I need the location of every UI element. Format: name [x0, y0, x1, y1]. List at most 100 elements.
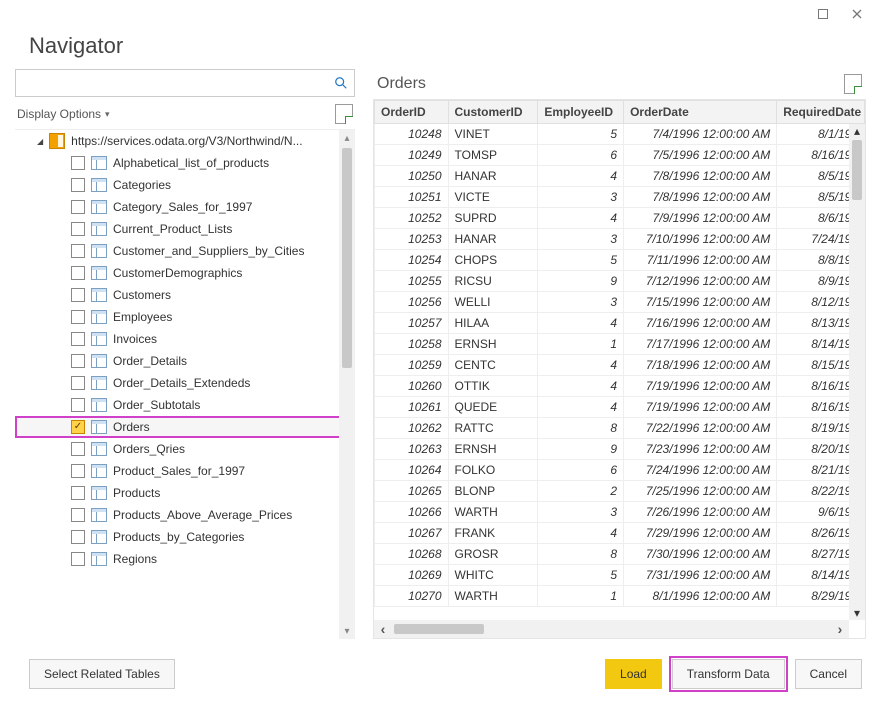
tree-item-product_sales_for_1997[interactable]: Product_Sales_for_1997: [15, 460, 355, 482]
checkbox[interactable]: [71, 178, 85, 192]
checkbox[interactable]: [71, 244, 85, 258]
table-row[interactable]: 10260OTTIK47/19/1996 12:00:00 AM8/16/199: [375, 376, 865, 397]
checkbox[interactable]: [71, 486, 85, 500]
cell: 7/18/1996 12:00:00 AM: [624, 355, 777, 376]
column-header-employeeid[interactable]: EmployeeID: [538, 101, 624, 124]
search-input[interactable]: [16, 71, 328, 95]
select-related-tables-button[interactable]: Select Related Tables: [29, 659, 175, 689]
tree-item-alphabetical_list_of_products[interactable]: Alphabetical_list_of_products: [15, 152, 355, 174]
checkbox[interactable]: [71, 508, 85, 522]
checkbox[interactable]: [71, 332, 85, 346]
table-row[interactable]: 10270WARTH18/1/1996 12:00:00 AM8/29/199: [375, 586, 865, 607]
column-header-orderid[interactable]: OrderID: [375, 101, 449, 124]
window-close-button[interactable]: [840, 3, 874, 25]
table-row[interactable]: 10253HANAR37/10/1996 12:00:00 AM7/24/199: [375, 229, 865, 250]
column-header-requireddate[interactable]: RequiredDate: [777, 101, 865, 124]
table-icon: [91, 486, 107, 500]
checkbox[interactable]: [71, 398, 85, 412]
scroll-right-icon[interactable]: ›: [831, 620, 849, 638]
cell: 3: [538, 292, 624, 313]
checkbox[interactable]: [71, 222, 85, 236]
tree-item-invoices[interactable]: Invoices: [15, 328, 355, 350]
cancel-button[interactable]: Cancel: [795, 659, 862, 689]
table-row[interactable]: 10255RICSU97/12/1996 12:00:00 AM8/9/199: [375, 271, 865, 292]
scroll-up-icon[interactable]: ▴: [854, 124, 860, 138]
table-row[interactable]: 10252SUPRD47/9/1996 12:00:00 AM8/6/199: [375, 208, 865, 229]
table-row[interactable]: 10265BLONP27/25/1996 12:00:00 AM8/22/199: [375, 481, 865, 502]
table-row[interactable]: 10250HANAR47/8/1996 12:00:00 AM8/5/199: [375, 166, 865, 187]
checkbox[interactable]: [71, 266, 85, 280]
table-row[interactable]: 10258ERNSH17/17/1996 12:00:00 AM8/14/199: [375, 334, 865, 355]
transform-data-button[interactable]: Transform Data: [672, 659, 785, 689]
table-row[interactable]: 10251VICTE37/8/1996 12:00:00 AM8/5/199: [375, 187, 865, 208]
scrollbar-thumb[interactable]: [394, 624, 484, 634]
checkbox[interactable]: [71, 310, 85, 324]
tree-item-order_details[interactable]: Order_Details: [15, 350, 355, 372]
table-row[interactable]: 10264FOLKO67/24/1996 12:00:00 AM8/21/199: [375, 460, 865, 481]
refresh-icon[interactable]: [335, 104, 353, 124]
cell: 4: [538, 313, 624, 334]
tree-item-category_sales_for_1997[interactable]: Category_Sales_for_1997: [15, 196, 355, 218]
scroll-up-icon[interactable]: ▴: [339, 130, 355, 146]
scrollbar-thumb[interactable]: [342, 148, 352, 368]
table-row[interactable]: 10266WARTH37/26/1996 12:00:00 AM9/6/199: [375, 502, 865, 523]
preview-panel: Orders OrderIDCustomerIDEmployeeIDOrderD…: [373, 69, 866, 639]
load-button[interactable]: Load: [605, 659, 662, 689]
table-row[interactable]: 10259CENTC47/18/1996 12:00:00 AM8/15/199: [375, 355, 865, 376]
grid-horizontal-scrollbar[interactable]: ‹ ›: [374, 620, 849, 638]
tree-item-order_subtotals[interactable]: Order_Subtotals: [15, 394, 355, 416]
checkbox[interactable]: [71, 442, 85, 456]
table-row[interactable]: 10268GROSR87/30/1996 12:00:00 AM8/27/199: [375, 544, 865, 565]
search-box[interactable]: [15, 69, 355, 97]
tree-root[interactable]: ◢https://services.odata.org/V3/Northwind…: [15, 130, 355, 152]
checkbox[interactable]: [71, 288, 85, 302]
checkbox[interactable]: [71, 354, 85, 368]
cell: FRANK: [448, 523, 538, 544]
column-header-orderdate[interactable]: OrderDate: [624, 101, 777, 124]
checkbox[interactable]: [71, 200, 85, 214]
tree-item-orders[interactable]: ✓Orders: [15, 416, 355, 438]
tree-item-current_product_lists[interactable]: Current_Product_Lists: [15, 218, 355, 240]
cell: 10262: [375, 418, 449, 439]
table-row[interactable]: 10256WELLI37/15/1996 12:00:00 AM8/12/199: [375, 292, 865, 313]
display-options-dropdown[interactable]: Display Options ▾: [17, 107, 110, 121]
tree-scrollbar[interactable]: ▴ ▾: [339, 130, 355, 639]
table-row[interactable]: 10267FRANK47/29/1996 12:00:00 AM8/26/199: [375, 523, 865, 544]
table-row[interactable]: 10269WHITC57/31/1996 12:00:00 AM8/14/199: [375, 565, 865, 586]
tree-item-customer_and_suppliers_by_cities[interactable]: Customer_and_Suppliers_by_Cities: [15, 240, 355, 262]
checkbox[interactable]: ✓: [71, 420, 85, 434]
tree-item-employees[interactable]: Employees: [15, 306, 355, 328]
cell: VICTE: [448, 187, 538, 208]
table-row[interactable]: 10249TOMSP67/5/1996 12:00:00 AM8/16/199: [375, 145, 865, 166]
table-row[interactable]: 10262RATTC87/22/1996 12:00:00 AM8/19/199: [375, 418, 865, 439]
scroll-down-icon[interactable]: ▾: [339, 623, 355, 639]
close-icon: [851, 8, 863, 20]
table-row[interactable]: 10248VINET57/4/1996 12:00:00 AM8/1/199: [375, 124, 865, 145]
scroll-down-icon[interactable]: ▾: [854, 606, 860, 620]
table-row[interactable]: 10263ERNSH97/23/1996 12:00:00 AM8/20/199: [375, 439, 865, 460]
checkbox[interactable]: [71, 530, 85, 544]
scrollbar-thumb[interactable]: [852, 140, 862, 200]
tree-item-products[interactable]: Products: [15, 482, 355, 504]
scroll-left-icon[interactable]: ‹: [374, 620, 392, 638]
column-header-customerid[interactable]: CustomerID: [448, 101, 538, 124]
tree-item-products_by_categories[interactable]: Products_by_Categories: [15, 526, 355, 548]
table-row[interactable]: 10261QUEDE47/19/1996 12:00:00 AM8/16/199: [375, 397, 865, 418]
tree-item-orders_qries[interactable]: Orders_Qries: [15, 438, 355, 460]
preview-options-icon[interactable]: [844, 74, 862, 94]
checkbox[interactable]: [71, 552, 85, 566]
checkbox[interactable]: [71, 156, 85, 170]
table-row[interactable]: 10254CHOPS57/11/1996 12:00:00 AM8/8/199: [375, 250, 865, 271]
tree-item-order_details_extendeds[interactable]: Order_Details_Extendeds: [15, 372, 355, 394]
checkbox[interactable]: [71, 464, 85, 478]
window-restore-button[interactable]: [806, 3, 840, 25]
tree-item-regions[interactable]: Regions: [15, 548, 355, 570]
tree-item-customerdemographics[interactable]: CustomerDemographics: [15, 262, 355, 284]
search-icon[interactable]: [328, 76, 354, 90]
grid-vertical-scrollbar[interactable]: ▴ ▾: [849, 124, 865, 620]
tree-item-categories[interactable]: Categories: [15, 174, 355, 196]
tree-item-customers[interactable]: Customers: [15, 284, 355, 306]
checkbox[interactable]: [71, 376, 85, 390]
tree-item-products_above_average_prices[interactable]: Products_Above_Average_Prices: [15, 504, 355, 526]
table-row[interactable]: 10257HILAA47/16/1996 12:00:00 AM8/13/199: [375, 313, 865, 334]
